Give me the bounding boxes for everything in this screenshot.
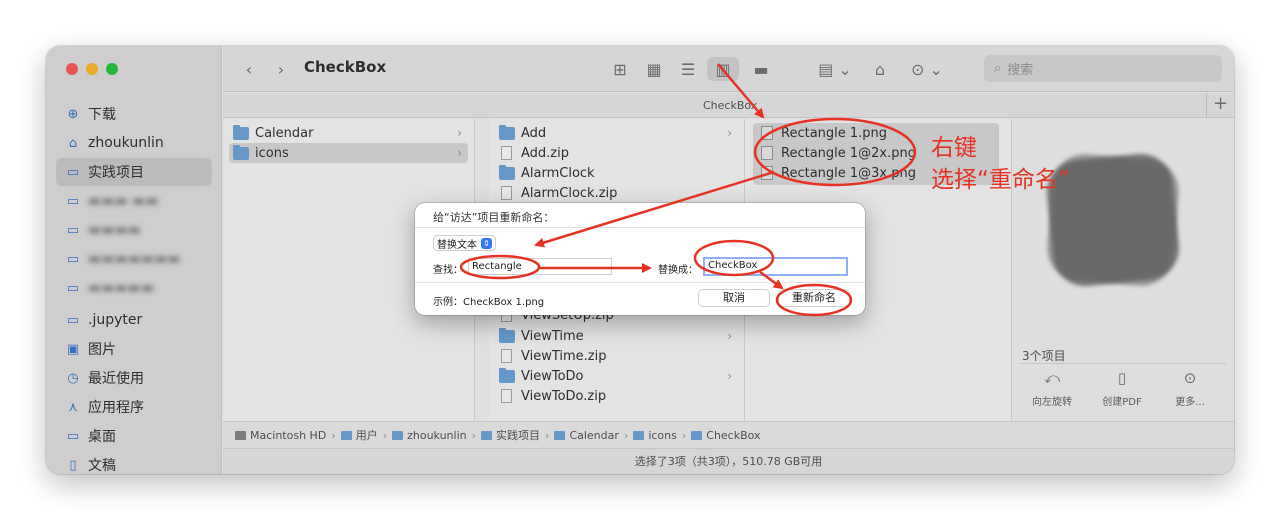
annotation-overlay <box>459 63 917 317</box>
arrow <box>534 170 775 248</box>
arrow <box>717 63 765 119</box>
annotation-text: 选择“重命名” <box>931 167 1070 193</box>
arrow <box>759 270 784 290</box>
highlight-ellipse <box>775 283 853 317</box>
highlight-ellipse <box>693 239 775 277</box>
highlight-ellipse <box>459 254 541 280</box>
annotation-text: 右键 <box>931 135 977 161</box>
highlight-ellipse <box>753 117 917 187</box>
